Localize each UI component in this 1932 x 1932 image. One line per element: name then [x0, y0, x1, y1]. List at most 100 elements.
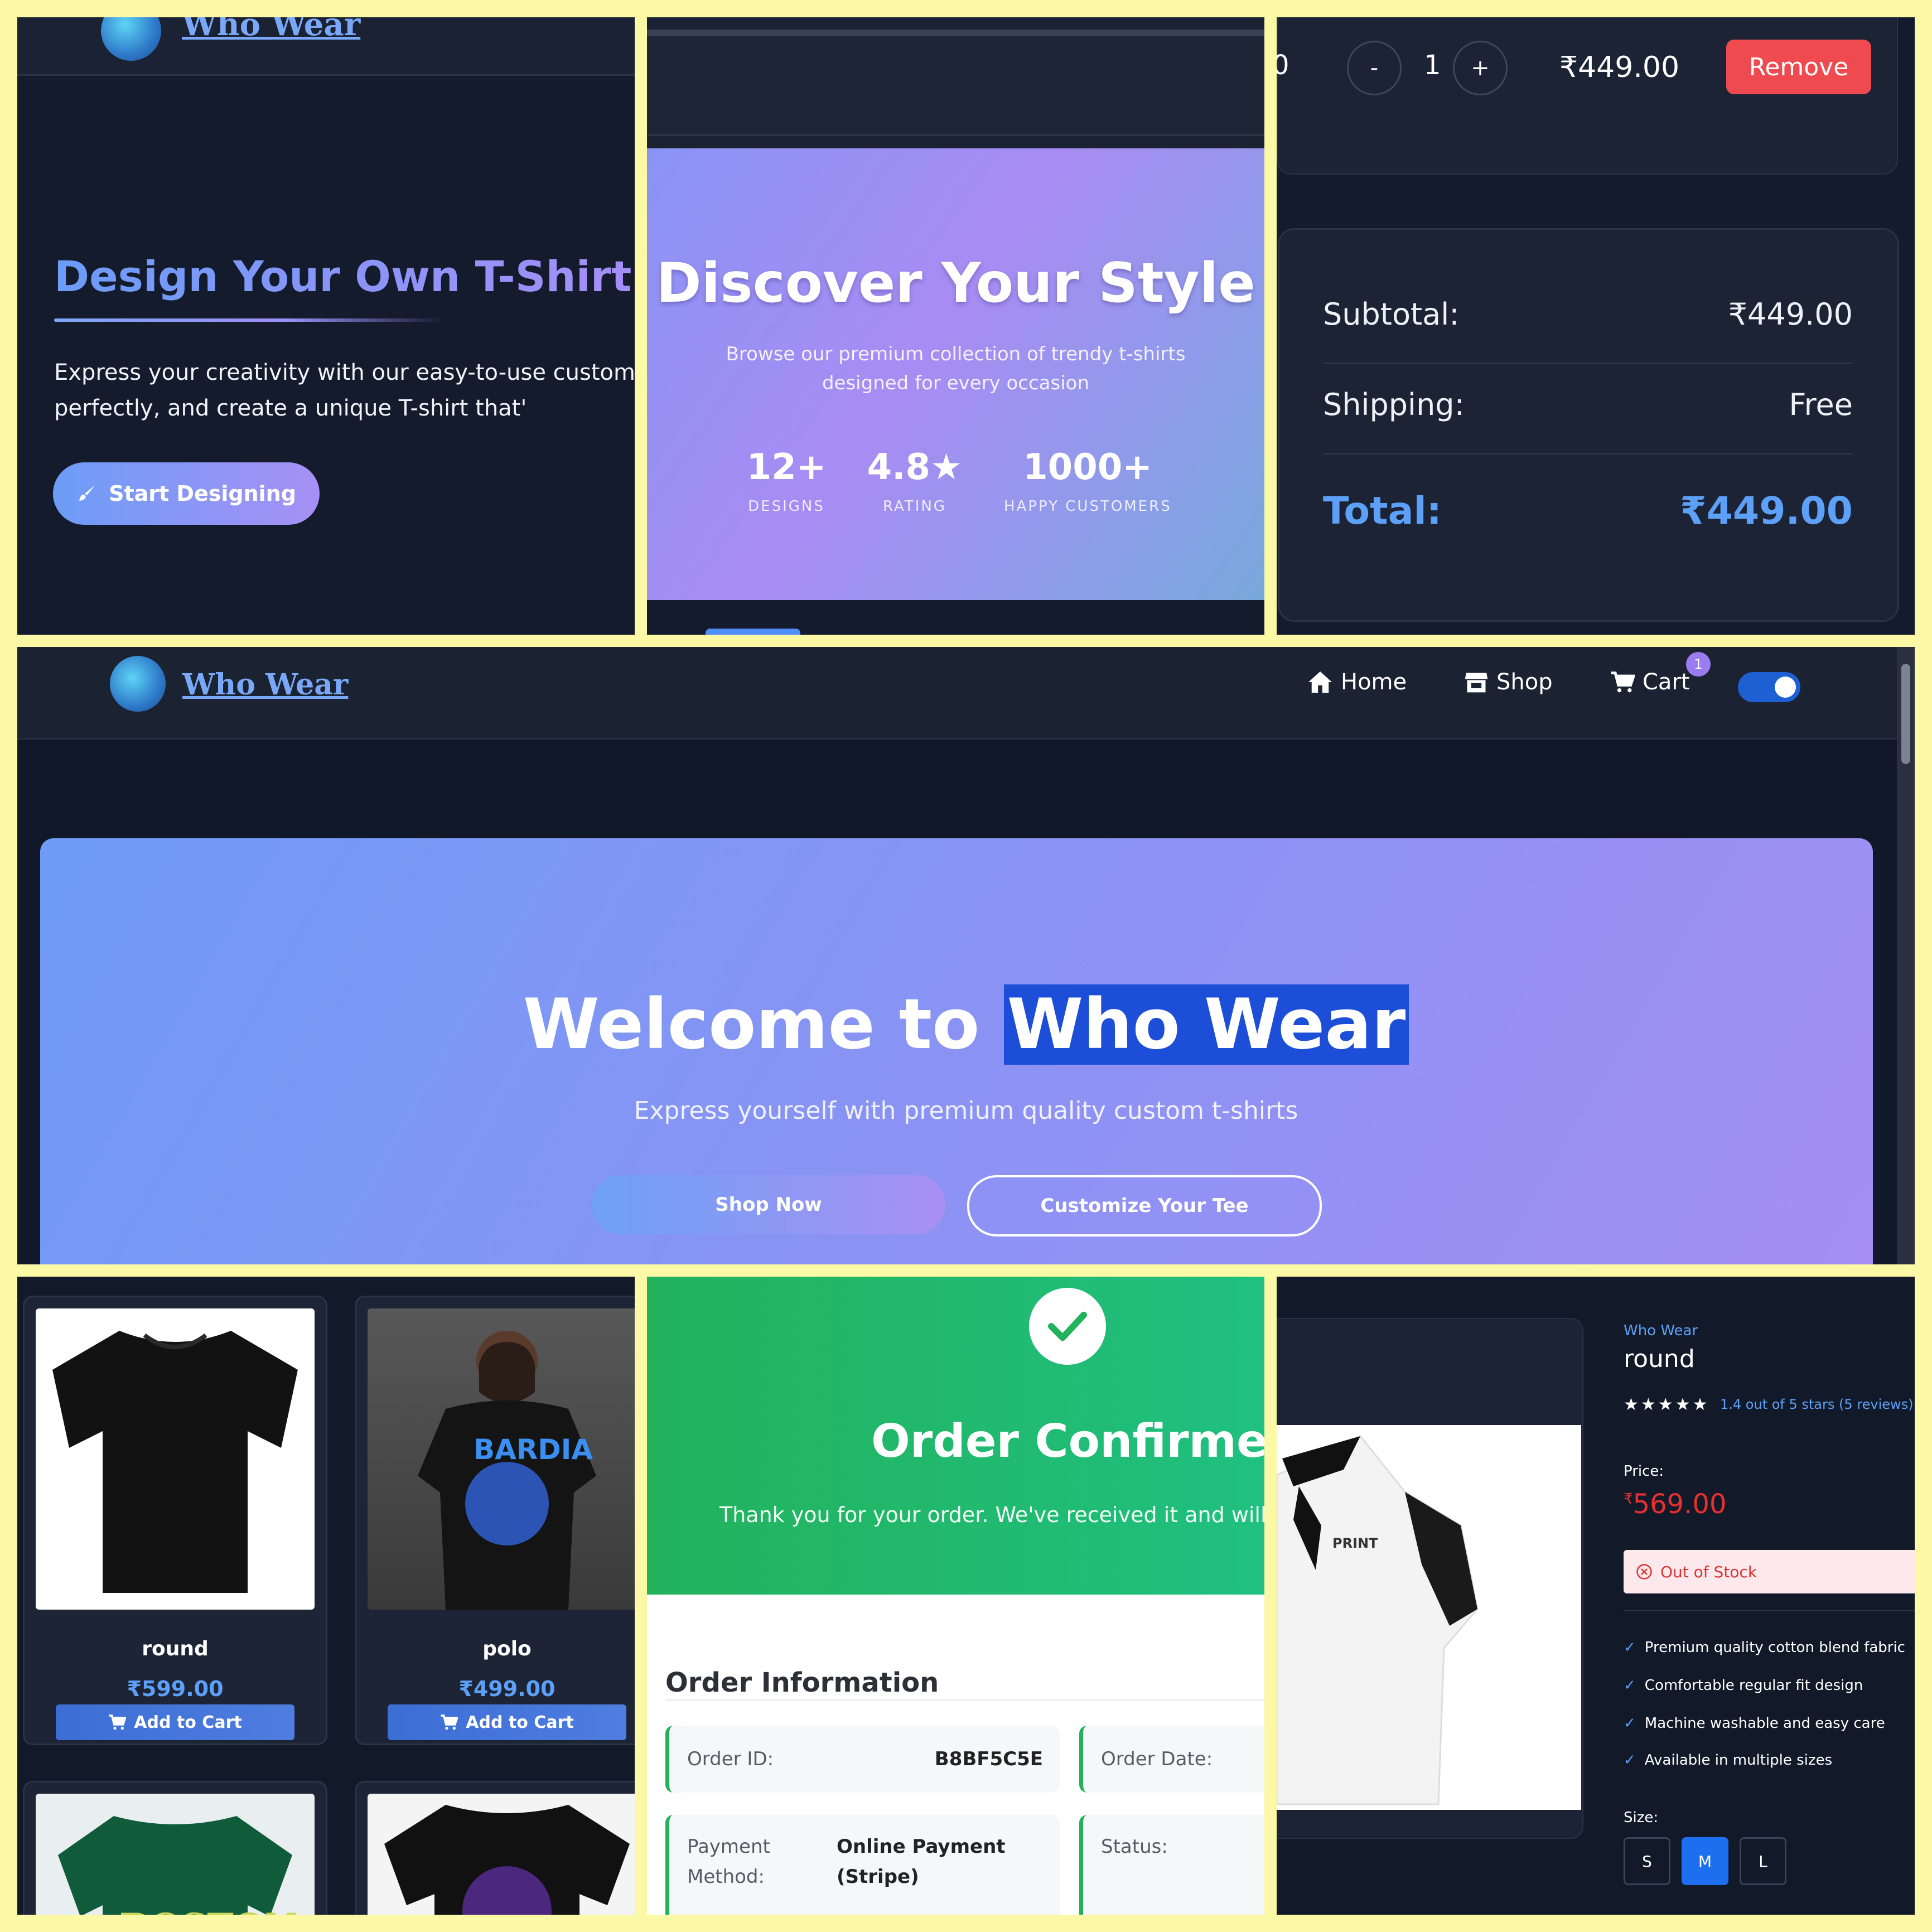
brand-link[interactable]: Who Wear — [182, 668, 348, 702]
size-option-m[interactable]: M — [1682, 1837, 1728, 1885]
nav-cart-label: Cart — [1643, 669, 1690, 695]
product-price: ₹499.00 — [458, 1677, 556, 1701]
discover-panel: Discover Your Style Browse our premium c… — [647, 17, 1264, 635]
scrollbar[interactable] — [1897, 647, 1915, 1264]
nav-home[interactable]: Home — [1307, 669, 1407, 695]
header-bar — [647, 36, 1264, 136]
polo-shirt-image: PRINT — [1277, 1435, 1479, 1805]
stat-value: 4.8★ — [867, 447, 963, 488]
product-name[interactable]: round — [25, 1638, 326, 1660]
product-card[interactable]: round ₹599.00 Add to Cart — [23, 1296, 327, 1745]
nav-cart[interactable]: Cart — [1610, 669, 1690, 695]
product-image[interactable] — [36, 1308, 315, 1610]
status-label: Status: — [1101, 1836, 1168, 1858]
tshirt-image — [384, 1805, 630, 1915]
cart-item-row: 0 - 1 + ₹449.00 Remove — [1277, 17, 1898, 175]
total-value: ₹449.00 — [1680, 489, 1853, 533]
hero-title-prefix: Welcome to — [523, 984, 1004, 1065]
shop-now-button[interactable]: Shop Now — [592, 1175, 945, 1234]
home-icon — [1308, 671, 1332, 693]
size-option-l[interactable]: L — [1740, 1837, 1786, 1885]
svg-text:BOSTON: BOSTON — [119, 1906, 297, 1915]
tshirt-image: BOSTON — [58, 1816, 297, 1915]
cart-panel: 0 - 1 + ₹449.00 Remove Subtotal: ₹449.00… — [1277, 17, 1915, 635]
size-option-s[interactable]: S — [1624, 1837, 1670, 1885]
check-icon: ✓ — [1624, 1677, 1636, 1694]
product-image[interactable]: PRINT — [1277, 1425, 1581, 1810]
stat-label: HAPPY CUSTOMERS — [1004, 498, 1172, 515]
order-id-box: Order ID: B8BF5C5E — [665, 1726, 1060, 1793]
order-id-value: B8BF5C5E — [934, 1748, 1043, 1770]
customize-tee-button[interactable]: Customize Your Tee — [967, 1175, 1322, 1237]
divider — [1624, 1610, 1915, 1611]
brush-icon — [79, 485, 95, 501]
stat-value: 1000+ — [1023, 447, 1152, 488]
feature-item: ✓ Machine washable and easy care — [1624, 1715, 1885, 1732]
stat-label: DESIGNS — [748, 498, 825, 515]
stock-status-label: Out of Stock — [1660, 1562, 1757, 1581]
total-label: Total: — [1323, 489, 1442, 533]
heading-underline — [54, 318, 445, 322]
product-title: round — [1624, 1345, 1695, 1373]
hero-subtitle: Express yourself with premium quality cu… — [634, 1097, 1298, 1125]
product-card[interactable] — [355, 1781, 635, 1915]
quantity-increase-button[interactable]: + — [1453, 41, 1508, 95]
add-to-cart-button[interactable]: Add to Cart — [388, 1704, 626, 1740]
brand-logo[interactable] — [110, 656, 166, 712]
svg-text:BARDIA: BARDIA — [474, 1433, 593, 1466]
price-label: Price: — [1624, 1463, 1664, 1480]
cart-icon — [1611, 672, 1635, 693]
start-designing-label: Start Designing — [109, 481, 296, 506]
order-information-heading: Order Information — [665, 1667, 939, 1698]
size-label: Size: — [1624, 1809, 1659, 1826]
start-designing-button[interactable]: Start Designing — [53, 462, 320, 525]
feature-text: Comfortable regular fit design — [1644, 1677, 1863, 1694]
nav-home-label: Home — [1341, 669, 1407, 695]
order-date-label: Order Date: — [1101, 1748, 1213, 1770]
product-card[interactable]: BARDIA polo ₹499.00 Add to Cart — [355, 1296, 635, 1745]
product-brand[interactable]: Who Wear — [1624, 1322, 1698, 1339]
tab-indicator — [706, 629, 800, 635]
nav-shop[interactable]: Shop — [1464, 669, 1553, 695]
divider — [665, 1699, 1264, 1701]
discover-subheading: Browse our premium collection of trendy … — [726, 343, 1186, 394]
quantity-decrease-button[interactable]: - — [1347, 41, 1402, 95]
cart-icon — [109, 1714, 127, 1730]
divider — [1323, 453, 1853, 455]
product-price: ₹569.00 — [1624, 1489, 1727, 1520]
payment-value-line2: (Stripe) — [837, 1866, 919, 1888]
stat-label: RATING — [883, 498, 946, 515]
product-image[interactable] — [368, 1794, 635, 1915]
payment-label-line2: Method: — [687, 1866, 765, 1888]
home-panel: Who Wear Home Shop Cart 1 Welcome to Who… — [17, 647, 1915, 1264]
tshirt-image — [52, 1331, 298, 1593]
brand-link[interactable]: Who Wear — [182, 17, 360, 43]
shipping-value: Free — [1789, 387, 1853, 422]
order-confirmed-message: Thank you for your order. We've received… — [719, 1503, 1264, 1527]
nav-shop-label: Shop — [1496, 669, 1553, 695]
add-to-cart-button[interactable]: Add to Cart — [56, 1704, 294, 1740]
product-image[interactable]: BARDIA — [368, 1308, 635, 1610]
product-price-value: 569.00 — [1632, 1489, 1727, 1520]
rating-stars-icon: ★★★★★ — [1624, 1395, 1710, 1414]
order-id-label: Order ID: — [687, 1748, 774, 1770]
hero-title: Welcome to Who Wear — [17, 984, 1915, 1065]
hero-title-highlight: Who Wear — [1003, 984, 1409, 1065]
product-image[interactable]: BOSTON — [36, 1794, 315, 1915]
product-price: ₹599.00 — [127, 1677, 224, 1701]
product-grid-panel: round ₹599.00 Add to Cart BARDIA polo ₹4… — [17, 1277, 635, 1915]
feature-item: ✓ Premium quality cotton blend fabric — [1624, 1639, 1905, 1656]
remove-button[interactable]: Remove — [1726, 40, 1871, 94]
top-strip — [647, 30, 1264, 36]
product-name[interactable]: polo — [356, 1638, 635, 1660]
partial-value: 0 — [1277, 50, 1289, 81]
product-card[interactable]: BOSTON — [23, 1781, 327, 1915]
product-detail-panel: PRINT Who Wear round ★★★★★ 1.4 out of 5 … — [1277, 1277, 1915, 1915]
rating-text[interactable]: 1.4 out of 5 stars (5 reviews) — [1720, 1397, 1914, 1412]
quantity-value: 1 — [1424, 50, 1441, 81]
theme-toggle[interactable] — [1738, 672, 1800, 702]
divider — [1323, 363, 1853, 364]
status-box: Status: — [1079, 1815, 1264, 1915]
scrollbar-thumb[interactable] — [1901, 664, 1910, 764]
add-to-cart-label: Add to Cart — [134, 1712, 242, 1732]
